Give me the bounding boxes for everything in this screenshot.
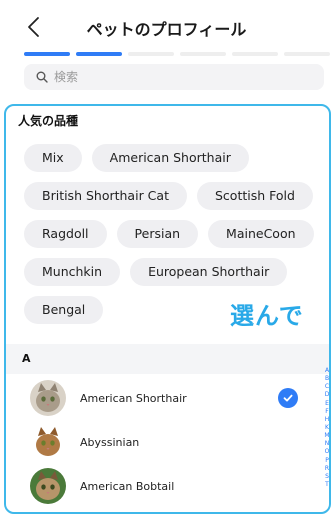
- index-letter[interactable]: S: [325, 473, 329, 480]
- chip-row: Ragdoll Persian MaineCoon: [24, 220, 324, 248]
- index-letter[interactable]: R: [325, 465, 329, 472]
- index-letter[interactable]: N: [325, 441, 329, 447]
- alphabet-index[interactable]: ABCDEFHKMNOPRST: [322, 368, 329, 488]
- breed-chip[interactable]: Munchkin: [24, 258, 121, 286]
- page-title: ペットのプロフィール: [86, 20, 247, 39]
- step-progress: [24, 52, 333, 56]
- chip-row: Munchkin European Shorthair: [24, 258, 324, 286]
- breed-chip[interactable]: MaineCoon: [208, 220, 314, 248]
- index-letter[interactable]: E: [325, 400, 329, 407]
- index-letter[interactable]: C: [325, 384, 329, 390]
- breed-list-item[interactable]: American Shorthair: [6, 376, 318, 420]
- search-icon: [36, 71, 48, 83]
- overlay-caption: 選んで: [230, 302, 304, 330]
- progress-segment: [24, 52, 70, 56]
- progress-segment: [180, 52, 226, 56]
- index-letter[interactable]: O: [325, 449, 329, 455]
- breed-chip[interactable]: European Shorthair: [130, 258, 288, 286]
- index-letter[interactable]: P: [325, 457, 329, 464]
- breed-chip[interactable]: American Shorthair: [91, 144, 249, 172]
- search-bar[interactable]: [24, 64, 324, 90]
- breed-avatar: [30, 468, 66, 504]
- index-letter[interactable]: D: [325, 392, 329, 398]
- index-letter[interactable]: T: [325, 481, 329, 488]
- group-header: A: [6, 344, 329, 374]
- breed-chip[interactable]: Scottish Fold: [196, 182, 313, 210]
- index-letter[interactable]: F: [325, 408, 328, 415]
- breed-list-item[interactable]: Abyssinian: [6, 420, 318, 464]
- breed-chip[interactable]: Persian: [116, 220, 199, 248]
- index-letter[interactable]: H: [325, 416, 329, 423]
- index-letter[interactable]: B: [325, 376, 329, 382]
- index-letter[interactable]: M: [324, 433, 329, 439]
- breed-avatar: [30, 380, 66, 416]
- index-letter[interactable]: A: [325, 368, 329, 374]
- progress-segment: [284, 52, 330, 56]
- breed-name: Abyssinian: [80, 435, 140, 449]
- breed-chip[interactable]: Mix: [24, 144, 82, 172]
- progress-segment: [76, 52, 122, 56]
- breed-chip[interactable]: Ragdoll: [24, 220, 107, 248]
- chip-row: British Shorthair Cat Scottish Fold: [24, 182, 324, 210]
- breed-chip[interactable]: Bengal: [24, 296, 104, 324]
- breed-name: American Bobtail: [80, 479, 175, 493]
- checkmark-icon: [278, 388, 298, 408]
- search-input[interactable]: [54, 70, 294, 84]
- breed-selection-panel: 人気の品種 Mix American Shorthair British Short…: [4, 104, 331, 514]
- progress-segment: [232, 52, 278, 56]
- popular-breeds-title: 人気の品種: [18, 114, 79, 128]
- breed-chip[interactable]: British Shorthair Cat: [24, 182, 187, 210]
- top-bar: ペットのプロフィール: [0, 0, 333, 52]
- index-letter[interactable]: K: [325, 424, 329, 431]
- progress-segment: [128, 52, 174, 56]
- breed-name: American Shorthair: [80, 391, 187, 405]
- breed-avatar: [30, 424, 66, 460]
- breed-list: American Shorthair Abyssinian American Bob…: [6, 376, 318, 508]
- group-letter: A: [22, 352, 31, 365]
- breed-list-item[interactable]: American Bobtail: [6, 464, 318, 508]
- chip-row: Mix American Shorthair: [24, 144, 324, 172]
